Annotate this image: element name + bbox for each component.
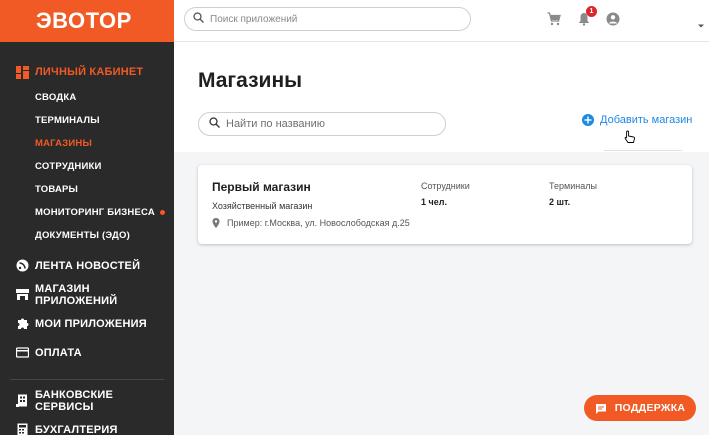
sidebar: ЭВОТОР ЛИЧНЫЙ КАБИНЕТ СВОДКА ТЕРМИНАЛЫ М… [0, 0, 174, 435]
divider [604, 150, 682, 151]
sidebar-item-stores[interactable]: МАГАЗИНЫ [0, 132, 174, 155]
sidebar-item-label: СОТРУДНИКИ [35, 161, 102, 172]
sidebar-item-label: ЛЕНТА НОВОСТЕЙ [35, 259, 141, 272]
location-pin-icon [212, 218, 220, 228]
sidebar-item-label: ТОВАРЫ [35, 184, 79, 195]
app-search[interactable] [184, 7, 471, 31]
sidebar-item-label: БУХГАЛТЕРИЯ [35, 423, 118, 435]
sidebar-item-news[interactable]: ЛЕНТА НОВОСТЕЙ [0, 251, 174, 280]
sidebar-item-label: БАНКОВСКИЕ СЕРВИСЫ [35, 388, 114, 413]
news-icon [16, 259, 29, 272]
sidebar-item-label: ОПЛАТА [35, 346, 82, 359]
sidebar-item-summary[interactable]: СВОДКА [0, 86, 174, 109]
store-card[interactable]: Первый магазин Хозяйственный магазин При… [198, 165, 692, 244]
sidebar-item-label: МОИ ПРИЛОЖЕНИЯ [35, 317, 147, 330]
cart-icon[interactable] [547, 12, 561, 26]
terminals-label: Терминалы [549, 181, 597, 191]
dashboard-icon [16, 65, 29, 79]
sidebar-item-documents[interactable]: ДОКУМЕНТЫ (ЭДО) [0, 224, 174, 247]
calculator-icon [16, 423, 29, 435]
sidebar-item-terminals[interactable]: ТЕРМИНАЛЫ [0, 109, 174, 132]
store-type: Хозяйственный магазин [212, 201, 313, 211]
page-title: Магазины [198, 69, 303, 92]
sidebar-item-payment[interactable]: ОПЛАТА [0, 338, 174, 367]
store-address-text: Пример: г.Москва, ул. Новослободская д.2… [227, 218, 410, 228]
sidebar-item-label: МОНИТОРИНГ БИЗНЕСА [35, 207, 155, 218]
chat-icon [595, 402, 607, 414]
sidebar-section-label: ЛИЧНЫЙ КАБИНЕТ [35, 66, 144, 78]
search-icon [193, 10, 204, 28]
employees-label: Сотрудники [421, 181, 470, 191]
sidebar-item-label: СВОДКА [35, 92, 77, 103]
store-search-input[interactable] [226, 118, 426, 130]
sidebar-item-label: ТЕРМИНАЛЫ [35, 115, 100, 126]
terminals-value: 2 шт. [549, 197, 571, 207]
user-icon[interactable] [606, 12, 620, 26]
sidebar-item-label: ДОКУМЕНТЫ (ЭДО) [35, 230, 130, 241]
page-header: Магазины Добавить магазин [174, 42, 709, 152]
sidebar-item-monitoring[interactable]: МОНИТОРИНГ БИЗНЕСА [0, 201, 174, 224]
store-address: Пример: г.Москва, ул. Новослободская д.2… [212, 218, 410, 228]
notification-dot [159, 210, 165, 215]
store-icon [16, 288, 29, 301]
logo-text: ЭВОТОР [36, 8, 132, 33]
notification-badge: 1 [586, 6, 597, 17]
employees-value: 1 чел. [421, 197, 447, 207]
sidebar-section-personal-account[interactable]: ЛИЧНЫЙ КАБИНЕТ [0, 58, 174, 86]
support-button[interactable]: ПОДДЕРЖКА [584, 395, 696, 421]
logo[interactable]: ЭВОТОР [0, 0, 174, 42]
puzzle-icon [16, 317, 29, 330]
card-icon [16, 346, 29, 359]
sidebar-item-label: МАГАЗИН ПРИЛОЖЕНИЙ [35, 282, 118, 307]
store-search[interactable] [198, 112, 446, 136]
app-search-input[interactable] [210, 13, 450, 25]
sidebar-item-employees[interactable]: СОТРУДНИКИ [0, 155, 174, 178]
store-name: Первый магазин [212, 180, 311, 194]
bank-icon [16, 394, 29, 407]
sidebar-item-accounting[interactable]: БУХГАЛТЕРИЯ [0, 415, 174, 435]
support-label: ПОДДЕРЖКА [614, 402, 686, 414]
search-icon [209, 115, 220, 133]
add-store-label: Добавить магазин [600, 114, 693, 126]
add-store-button[interactable]: Добавить магазин [582, 112, 692, 128]
sidebar-item-products[interactable]: ТОВАРЫ [0, 178, 174, 201]
pointer-cursor-icon [624, 130, 636, 144]
sidebar-item-my-apps[interactable]: МОИ ПРИЛОЖЕНИЯ [0, 309, 174, 338]
plus-icon [582, 114, 594, 126]
sidebar-divider [10, 379, 164, 380]
sidebar-item-label: МАГАЗИНЫ [35, 138, 92, 149]
sidebar-item-app-store[interactable]: МАГАЗИН ПРИЛОЖЕНИЙ [0, 280, 174, 309]
caret-down-icon[interactable] [698, 16, 704, 28]
sidebar-item-bank-services[interactable]: БАНКОВСКИЕ СЕРВИСЫ [0, 386, 174, 415]
top-bar: 1 [174, 0, 709, 42]
